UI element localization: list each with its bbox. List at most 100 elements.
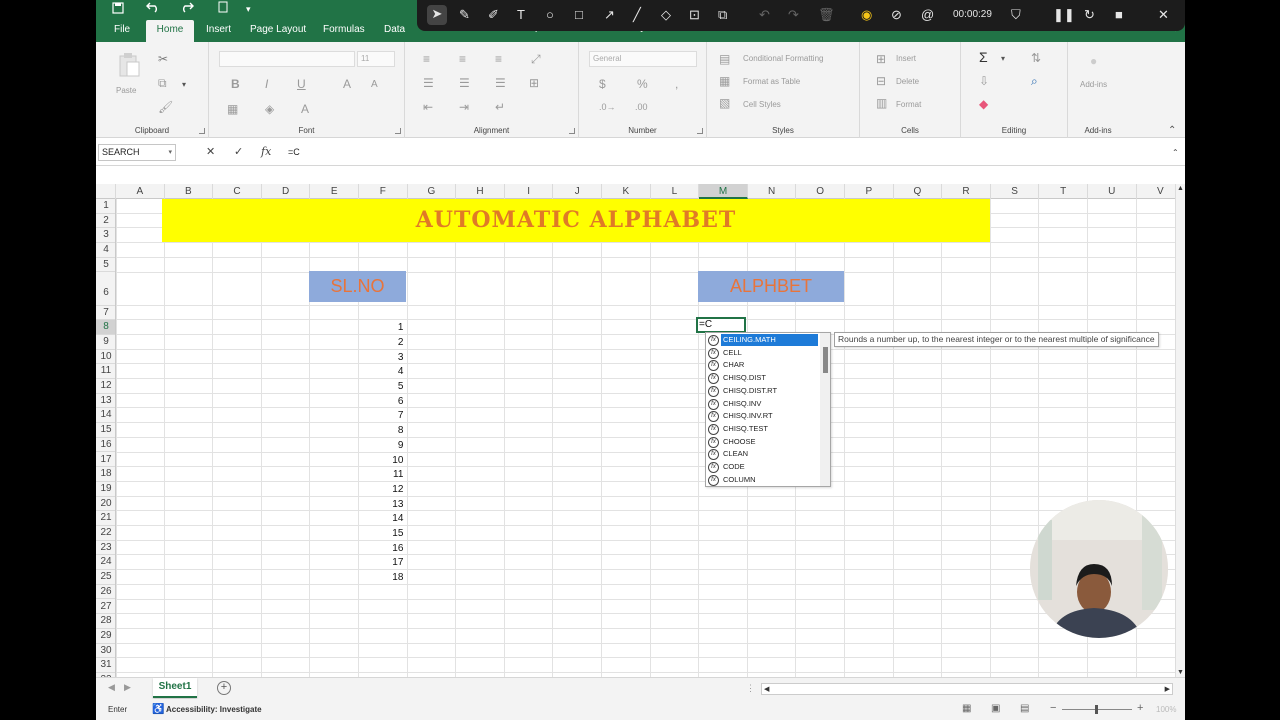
row-header-9[interactable]: 9 <box>96 335 115 350</box>
row-header-12[interactable]: 12 <box>96 379 115 394</box>
increase-indent-icon[interactable]: ⇥ <box>459 100 469 114</box>
worksheet-grid[interactable]: AUTOMATIC ALPHABET SL.NO ALPHBET =C 1234… <box>116 199 1175 677</box>
highlighter-tool-icon[interactable]: ✐ <box>488 6 499 24</box>
row-header-13[interactable]: 13 <box>96 394 115 409</box>
customize-qat-icon[interactable]: ▾ <box>246 2 251 16</box>
tab-formulas[interactable]: Formulas <box>315 20 373 42</box>
clear-icon[interactable]: ◆ <box>979 97 988 111</box>
slno-cell[interactable]: 7 <box>310 410 406 421</box>
column-header-h[interactable]: H <box>456 184 505 199</box>
autocomplete-item[interactable]: fx CHISQ.DIST <box>708 372 818 385</box>
slno-cell[interactable]: 1 <box>310 322 406 333</box>
column-header-p[interactable]: P <box>845 184 894 199</box>
paste-label[interactable]: Paste <box>116 86 136 95</box>
restart-icon[interactable]: ↻ <box>1084 6 1095 24</box>
comma-style-icon[interactable]: , <box>675 77 678 91</box>
format-cells-button[interactable]: Format <box>896 100 921 109</box>
number-format-combo[interactable]: General <box>589 51 697 67</box>
delete-cells-button[interactable]: Delete <box>896 77 919 86</box>
column-header-u[interactable]: U <box>1088 184 1137 199</box>
bold-icon[interactable]: B <box>231 77 240 91</box>
system-audio-icon[interactable]: @ <box>921 6 934 24</box>
column-header-e[interactable]: E <box>310 184 359 199</box>
row-header-2[interactable]: 2 <box>96 214 115 229</box>
normal-view-icon[interactable]: ▦ <box>962 703 971 714</box>
copy-dropdown-icon[interactable]: ▾ <box>182 78 186 92</box>
next-sheet-icon[interactable]: ▶ <box>124 682 131 693</box>
row-header-24[interactable]: 24 <box>96 555 115 571</box>
font-launcher-icon[interactable] <box>395 128 401 134</box>
screenshot-icon[interactable]: ⊡ <box>689 6 700 24</box>
pause-icon[interactable]: ❚❚ <box>1053 6 1075 24</box>
row-header-6[interactable]: 6 <box>96 273 115 306</box>
percent-icon[interactable]: % <box>637 77 648 91</box>
format-painter-icon[interactable]: 🖌 <box>158 100 173 114</box>
row-header-28[interactable]: 28 <box>96 614 115 629</box>
cell-styles-icon[interactable]: ▧ <box>719 96 730 110</box>
autocomplete-item[interactable]: fx COLUMN <box>708 474 818 486</box>
shield-icon[interactable]: ⛉ <box>1011 6 1021 24</box>
addins-icon[interactable]: ● <box>1090 54 1097 68</box>
autocomplete-item[interactable]: fx CODE <box>708 461 818 474</box>
column-header-s[interactable]: S <box>991 184 1040 199</box>
sheet-tab-sheet1[interactable]: Sheet1 <box>153 678 197 698</box>
row-header-11[interactable]: 11 <box>96 364 115 379</box>
name-box-dropdown-icon[interactable]: ▾ <box>168 145 172 160</box>
tab-file[interactable]: File <box>106 20 138 42</box>
decrease-font-icon[interactable]: A <box>371 78 378 92</box>
horizontal-scrollbar[interactable]: ◀ ▶ <box>761 683 1173 695</box>
column-header-o[interactable]: O <box>796 184 845 199</box>
select-all-corner[interactable] <box>96 184 116 199</box>
name-box[interactable]: SEARCH ▾ <box>98 144 176 161</box>
slno-cell[interactable]: 5 <box>310 381 406 392</box>
row-header-19[interactable]: 19 <box>96 482 115 497</box>
accessibility-icon[interactable]: ♿ <box>152 704 164 715</box>
slno-cell[interactable]: 4 <box>310 366 406 377</box>
row-header-10[interactable]: 10 <box>96 350 115 365</box>
find-select-icon[interactable]: ⌕ <box>1031 74 1038 88</box>
undo-draw-icon[interactable]: ↶ <box>759 6 770 24</box>
column-header-m[interactable]: M <box>699 184 748 199</box>
scroll-up-icon[interactable]: ▲ <box>1177 185 1184 192</box>
redo-icon[interactable] <box>180 1 194 15</box>
text-tool-icon[interactable]: T <box>517 6 525 24</box>
cancel-formula-icon[interactable]: ✕ <box>206 145 215 159</box>
font-name-combo[interactable] <box>219 51 355 67</box>
decrease-decimal-icon[interactable]: .00 <box>635 100 648 114</box>
autocomplete-item[interactable]: fx CLEAN <box>708 448 818 461</box>
row-header-7[interactable]: 7 <box>96 306 115 321</box>
sort-filter-icon[interactable]: ⇅ <box>1031 51 1041 65</box>
row-header-17[interactable]: 17 <box>96 453 115 468</box>
row-header-25[interactable]: 25 <box>96 570 115 585</box>
tab-home[interactable]: Home <box>146 20 194 42</box>
insert-cells-icon[interactable]: ⊞ <box>876 52 886 66</box>
slno-cell[interactable]: 2 <box>310 337 406 348</box>
row-header-5[interactable]: 5 <box>96 258 115 273</box>
row-header-21[interactable]: 21 <box>96 511 115 526</box>
webcam-toggle-icon[interactable]: ◉ <box>861 6 872 24</box>
title-banner-cell[interactable]: AUTOMATIC ALPHABET <box>162 199 990 242</box>
conditional-formatting-button[interactable]: Conditional Formatting <box>743 54 823 63</box>
autocomplete-scroll-thumb[interactable] <box>823 347 828 373</box>
number-launcher-icon[interactable] <box>697 128 703 134</box>
arrow-tool-icon[interactable]: ↗ <box>604 6 615 24</box>
zoom-level[interactable]: 100% <box>1156 705 1176 714</box>
merge-center-icon[interactable]: ⊞ <box>529 76 539 90</box>
slno-cell[interactable]: 3 <box>310 352 406 363</box>
conditional-formatting-icon[interactable]: ▤ <box>719 52 730 66</box>
page-break-view-icon[interactable]: ▤ <box>1020 703 1029 714</box>
column-header-t[interactable]: T <box>1039 184 1088 199</box>
stop-icon[interactable]: ■ <box>1115 6 1123 24</box>
save-icon[interactable] <box>112 2 124 16</box>
column-header-c[interactable]: C <box>213 184 262 199</box>
scroll-down-icon[interactable]: ▼ <box>1177 669 1184 676</box>
fill-icon[interactable]: ⇩ <box>979 74 989 88</box>
italic-icon[interactable]: I <box>265 77 268 91</box>
column-header-j[interactable]: J <box>553 184 602 199</box>
insert-cells-button[interactable]: Insert <box>896 54 916 63</box>
close-recorder-icon[interactable]: ✕ <box>1158 6 1169 24</box>
row-header-18[interactable]: 18 <box>96 467 115 482</box>
row-header-15[interactable]: 15 <box>96 423 115 438</box>
column-header-b[interactable]: B <box>165 184 214 199</box>
row-header-26[interactable]: 26 <box>96 585 115 600</box>
